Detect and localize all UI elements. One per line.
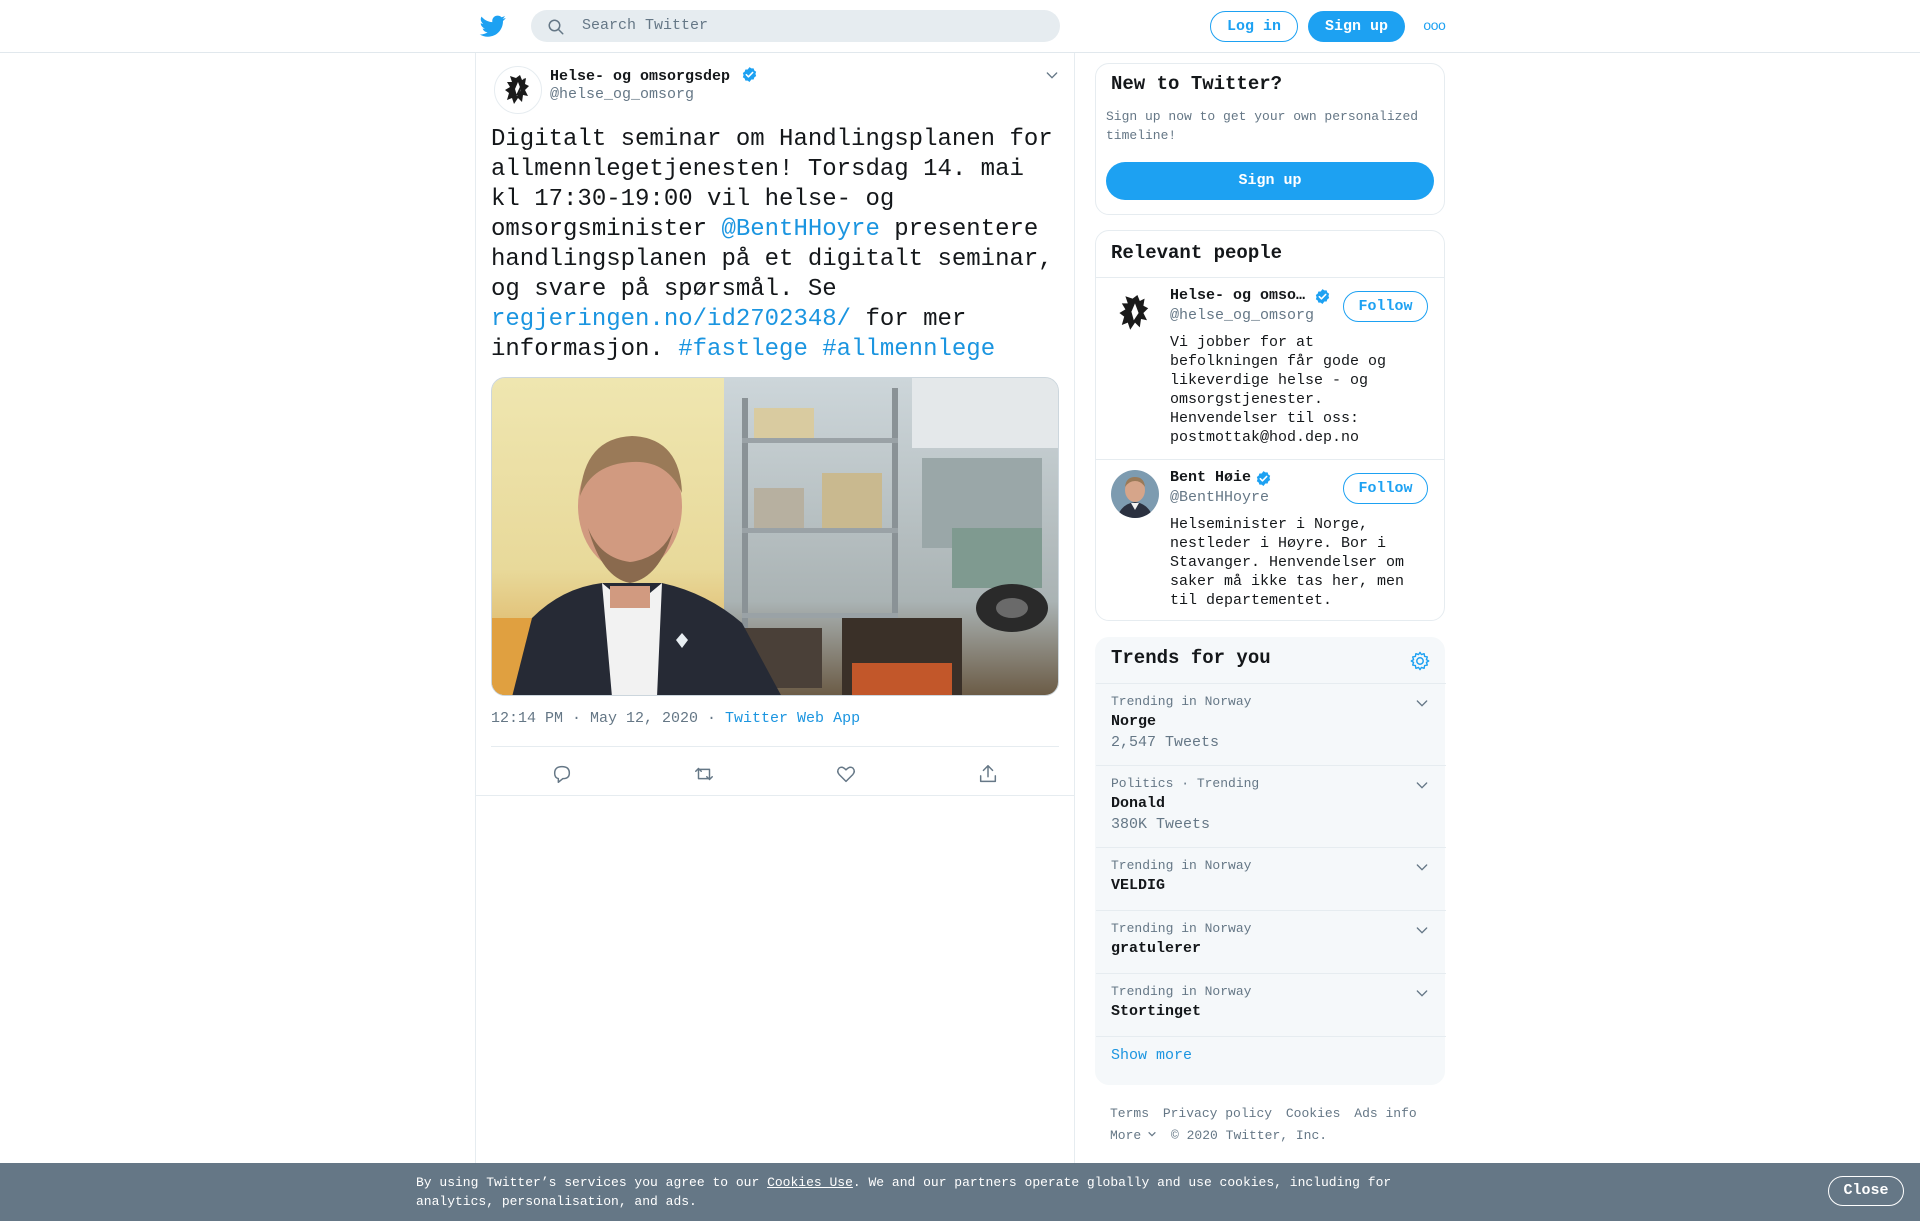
trend-context: Trending in Norway [1111,858,1252,873]
trend-name[interactable]: Norge [1111,713,1156,730]
more-link[interactable]: More [1110,1128,1157,1143]
person-name[interactable]: Helse- og omsorgsdep [1170,287,1310,304]
source-link[interactable]: Twitter Web App [725,710,860,727]
avatar[interactable] [1111,289,1159,337]
signup-button[interactable]: Sign up [1106,162,1434,200]
trends-card: Trends for you Trending in Norway Norge … [1095,637,1446,1085]
trend-item[interactable]: Trending in Norway VELDIG [1096,847,1446,910]
avatar[interactable] [1111,470,1159,518]
trend-name[interactable]: Stortinget [1111,1003,1201,1020]
divider [1096,277,1444,278]
trend-item[interactable]: Politics · Trending Donald 380K Tweets [1096,765,1446,847]
person-handle[interactable]: @helse_og_omsorg [1170,307,1314,324]
verified-badge-icon [742,67,757,82]
share-icon[interactable] [977,763,999,785]
chevron-down-icon[interactable] [1414,777,1430,793]
hashtag-link[interactable]: #allmennlege [822,336,995,363]
chevron-down-icon[interactable] [1044,67,1060,83]
retweet-icon[interactable] [693,763,715,785]
person-handle[interactable]: @BentHHoyre [1170,489,1269,506]
photo-man-in-workshop [492,378,1058,695]
card-title: Relevant people [1111,242,1283,264]
chevron-down-icon[interactable] [1414,859,1430,875]
trend-context: Politics · Trending [1111,776,1260,791]
tweet-detail: Helse- og omsorgsdep @helse_og_omsorg Di… [475,53,1075,1168]
divider [1096,1036,1446,1037]
trend-name[interactable]: VELDIG [1111,877,1165,894]
tweet-meta: 12:14 PM · May 12, 2020 · Twitter Web Ap… [491,710,860,727]
card-subtitle: Sign up now to get your own personalized… [1106,109,1419,143]
coat-of-arms-lion-icon [505,75,529,104]
chevron-down-icon[interactable] [1414,985,1430,1001]
trend-item[interactable]: Trending in Norway gratulerer [1096,910,1446,973]
follow-button[interactable]: Follow [1343,291,1428,322]
search-input[interactable]: Search Twitter [582,17,708,34]
profile-photo-bent-hoie [1111,470,1159,518]
footer-links: Terms Privacy policy Cookies Ads info Mo… [1110,1103,1450,1147]
chevron-down-icon[interactable] [1414,695,1430,711]
person-name[interactable]: Bent Høie [1170,469,1258,486]
gear-icon[interactable] [1409,650,1431,672]
verified-badge-icon [1315,289,1330,304]
cookie-banner: By using Twitter’s services you agree to… [0,1163,1920,1221]
hashtag-link[interactable]: #fastlege [678,336,808,363]
show-more-link[interactable]: Show more [1111,1047,1192,1064]
person-bio: Helseminister i Norge, nestleder i Høyre… [1170,516,1405,609]
copyright: © 2020 Twitter, Inc. [1171,1128,1328,1143]
trend-name[interactable]: gratulerer [1111,940,1201,957]
person-bio: Vi jobber for at befolkningen får gode o… [1170,334,1387,446]
cookies-use-link[interactable]: Cookies Use [767,1175,853,1190]
divider [476,795,1074,796]
cookie-text: By using Twitter’s services you agree to… [416,1173,1416,1211]
cookies-link[interactable]: Cookies [1286,1106,1341,1121]
avatar[interactable] [494,66,542,114]
top-bar: Search Twitter Log in Sign up ooo [0,0,1920,53]
tweet-actions [491,747,1059,795]
follow-button[interactable]: Follow [1343,473,1428,504]
search-icon [548,19,564,35]
tweet-text: Digitalt seminar om Handlingsplanen for … [491,125,1066,365]
coat-of-arms-lion-icon [1119,295,1149,330]
verified-badge-icon [1256,471,1271,486]
trend-item[interactable]: Trending in Norway Stortinget [1096,973,1446,1036]
card-title: Trends for you [1111,647,1271,669]
privacy-link[interactable]: Privacy policy [1163,1106,1272,1121]
cookie-text-part: By using Twitter’s services you agree to… [416,1175,768,1190]
trend-count: 2,547 Tweets [1111,734,1220,751]
tweet-photo[interactable] [491,377,1059,696]
more-menu-icon[interactable]: ooo [1423,19,1446,35]
trend-item[interactable]: Trending in Norway Norge 2,547 Tweets [1096,683,1446,765]
ads-info-link[interactable]: Ads info [1354,1106,1416,1121]
divider [1096,459,1444,460]
relevant-people-card: Relevant people Helse- og omsorgsdep @he… [1095,230,1445,621]
trend-context: Trending in Norway [1111,921,1252,936]
card-title: New to Twitter? [1111,73,1283,95]
close-button[interactable]: Close [1828,1176,1904,1206]
trend-context: Trending in Norway [1111,984,1252,999]
trend-name[interactable]: Donald [1111,795,1165,812]
chevron-down-icon[interactable] [1414,922,1430,938]
new-to-twitter-card: New to Twitter? Sign up now to get your … [1095,63,1445,215]
terms-link[interactable]: Terms [1110,1106,1149,1121]
trend-count: 380K Tweets [1111,816,1211,833]
login-button[interactable]: Log in [1210,11,1298,42]
url-link[interactable]: regjeringen.no/id2702348/ [491,306,851,333]
mention-link[interactable]: @BentHHoyre [721,216,879,243]
search-box[interactable]: Search Twitter [531,10,1060,42]
author-name[interactable]: Helse- og omsorgsdep [550,66,758,85]
timestamp[interactable]: 12:14 PM · May 12, 2020 · [491,710,725,727]
signup-button[interactable]: Sign up [1308,11,1405,42]
trend-context: Trending in Norway [1111,694,1252,709]
author-name-text: Helse- og omsorgsdep [550,68,731,85]
author-handle[interactable]: @helse_og_omsorg [550,86,694,103]
more-link-text: More [1110,1128,1142,1143]
reply-icon[interactable] [551,763,573,785]
chevron-down-icon [1148,1131,1156,1137]
twitter-logo-icon[interactable] [479,13,507,39]
like-heart-icon[interactable] [835,763,857,785]
